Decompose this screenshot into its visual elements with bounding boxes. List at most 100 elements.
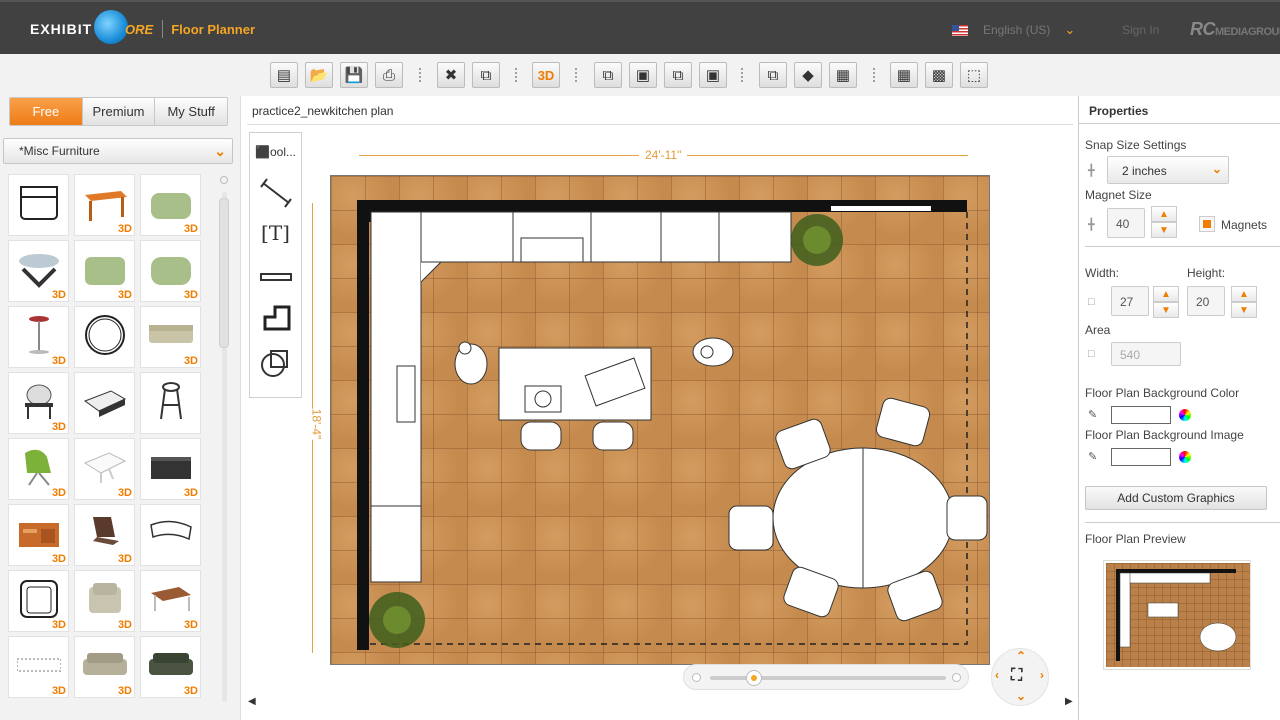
furniture-item-dark-sofa[interactable]: 3D (140, 636, 201, 698)
group-button[interactable]: ▦ (890, 62, 918, 88)
furniture-item-coffee-table[interactable]: 3D (74, 438, 135, 500)
furniture-item-curved-sofa[interactable] (140, 504, 201, 566)
dining-chair-2[interactable] (875, 396, 932, 447)
floor-plan-canvas[interactable] (330, 175, 990, 665)
furniture-item-ottoman[interactable]: 3D (140, 174, 201, 236)
furniture-item-bed[interactable] (74, 372, 135, 434)
image-picker-icon[interactable] (1179, 451, 1191, 463)
plant-bottom-left[interactable] (369, 592, 425, 648)
floor-plan-preview[interactable] (1103, 560, 1251, 670)
pan-left-icon[interactable]: ‹ (995, 668, 999, 682)
oven[interactable] (370, 505, 422, 583)
scroll-left-arrow-icon[interactable]: ◀ (248, 696, 256, 707)
zoom-out-icon[interactable] (692, 673, 701, 682)
bg-image-swatch[interactable] (1111, 448, 1171, 466)
pan-navigation-pad[interactable]: ⌃ ⌄ ‹ › ⛶ (991, 648, 1049, 706)
print-button[interactable]: ⎙ (375, 62, 403, 88)
magnets-checkbox[interactable] (1199, 216, 1215, 232)
zoom-slider[interactable] (683, 664, 969, 690)
send-to-back-button[interactable]: ▣ (699, 62, 727, 88)
furniture-item-ottoman-square[interactable]: 3D (74, 240, 135, 302)
furniture-item-chair[interactable]: 3D (8, 372, 69, 434)
bg-color-swatch[interactable] (1111, 406, 1171, 424)
decrement-down-icon[interactable]: ▼ (1231, 302, 1257, 318)
island-stool-1[interactable] (520, 421, 562, 451)
layers-button[interactable]: ◆ (794, 62, 822, 88)
furniture-item-sofa[interactable]: 3D (140, 306, 201, 368)
height-input[interactable]: 20 (1187, 286, 1225, 316)
pan-down-icon[interactable]: ⌄ (1016, 689, 1026, 703)
window[interactable] (831, 206, 931, 211)
magnet-size-stepper[interactable]: ▲ ▼ (1151, 206, 1177, 240)
increment-up-icon[interactable]: ▲ (1151, 206, 1177, 222)
scrollbar-thumb[interactable] (219, 198, 229, 348)
send-backward-button[interactable]: ⧉ (664, 62, 692, 88)
add-custom-graphics-button[interactable]: Add Custom Graphics (1085, 486, 1267, 510)
snap-size-dropdown[interactable]: 2 inches ⌄ (1107, 156, 1229, 184)
furniture-item-ottoman-round[interactable]: 3D (140, 240, 201, 302)
person-figure-right[interactable] (692, 337, 734, 367)
fridge[interactable] (660, 211, 720, 263)
shape-tool-button[interactable] (250, 347, 301, 379)
plant-top-right[interactable] (791, 214, 843, 266)
furniture-item-wood-table[interactable]: 3D (140, 570, 201, 632)
tab-premium[interactable]: Premium (83, 98, 156, 125)
increment-up-icon[interactable]: ▲ (1231, 286, 1257, 302)
zoom-in-icon[interactable] (952, 673, 961, 682)
exhibitore-logo[interactable]: EXHIBIT ORE Floor Planner (30, 10, 255, 44)
calculator-button[interactable]: ▦ (829, 62, 857, 88)
furniture-item-leather-chair[interactable]: 3D (74, 504, 135, 566)
decrement-down-icon[interactable]: ▼ (1153, 302, 1179, 318)
island-stool-2[interactable] (592, 421, 634, 451)
width-stepper[interactable]: ▲ ▼ (1153, 286, 1179, 320)
dining-chair-4[interactable] (946, 495, 988, 541)
sink[interactable] (396, 365, 416, 423)
sign-in-link[interactable]: Sign In (1122, 23, 1159, 37)
furniture-item-loveseat[interactable]: 3D (74, 636, 135, 698)
text-tool-button[interactable]: [T] (250, 221, 301, 245)
category-dropdown[interactable]: *Misc Furniture ⌄ (3, 138, 233, 164)
bring-forward-button[interactable]: ▣ (629, 62, 657, 88)
save-button[interactable]: 💾 (340, 62, 368, 88)
furniture-item-glass-table[interactable]: 3D (8, 240, 69, 302)
new-document-button[interactable]: ▤ (270, 62, 298, 88)
furniture-item-tv-stand[interactable]: 3D (140, 438, 201, 500)
pan-right-icon[interactable]: › (1040, 668, 1044, 682)
room-tool-button[interactable] (250, 303, 301, 333)
left-wall[interactable] (357, 200, 369, 650)
place-setting[interactable] (524, 385, 562, 413)
furniture-item-stool[interactable] (140, 372, 201, 434)
decrement-down-icon[interactable]: ▼ (1151, 222, 1177, 238)
furniture-item-bench[interactable]: 3D (8, 636, 69, 698)
share-button[interactable]: ⧉ (759, 62, 787, 88)
magnet-size-input[interactable]: 40 (1107, 208, 1145, 238)
ungroup-button[interactable]: ▩ (925, 62, 953, 88)
scroll-right-arrow-icon[interactable]: ▶ (1065, 696, 1073, 707)
zoom-knob[interactable] (746, 670, 762, 686)
measure-tool-button[interactable] (250, 177, 301, 209)
language-selector[interactable]: English (US) ⌄ (952, 22, 1075, 38)
furniture-item-round-rug[interactable] (74, 306, 135, 368)
scroll-up-icon[interactable] (220, 176, 228, 184)
furniture-item-table[interactable]: 3D (74, 174, 135, 236)
stove[interactable] (512, 211, 592, 263)
select-button[interactable]: ⬚ (960, 62, 988, 88)
delete-button[interactable]: ✖ (437, 62, 465, 88)
furniture-item-bar-stool[interactable]: 3D (8, 306, 69, 368)
person-figure-left[interactable] (454, 341, 488, 385)
height-stepper[interactable]: ▲ ▼ (1231, 286, 1257, 320)
fit-to-screen-icon[interactable]: ⛶ (1011, 667, 1022, 685)
tools-menu-button[interactable]: ⬛ ool... (250, 145, 301, 159)
wall-tool-button[interactable] (250, 271, 301, 283)
increment-up-icon[interactable]: ▲ (1153, 286, 1179, 302)
tab-my-stuff[interactable]: My Stuff (155, 98, 227, 125)
furniture-item-club-chair[interactable]: 3D (74, 570, 135, 632)
color-picker-icon[interactable] (1179, 409, 1191, 421)
furniture-item-lounge-chair[interactable]: 3D (8, 438, 69, 500)
duplicate-button[interactable]: ⧉ (472, 62, 500, 88)
bring-to-front-button[interactable]: ⧉ (594, 62, 622, 88)
library-scrollbar[interactable] (217, 176, 231, 710)
width-input[interactable]: 27 (1111, 286, 1149, 316)
furniture-item-armchair-top[interactable]: 3D (8, 570, 69, 632)
pan-up-icon[interactable]: ⌃ (1016, 649, 1026, 663)
